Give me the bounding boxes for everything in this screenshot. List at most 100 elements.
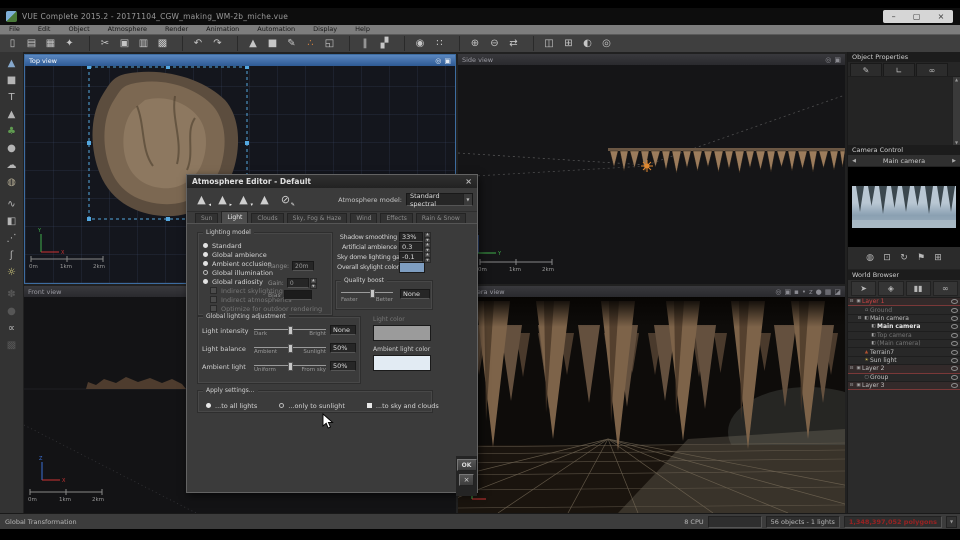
tree-row[interactable]: ☀ Sun light bbox=[848, 357, 960, 366]
grid-overlay-icon[interactable]: ▦ bbox=[825, 288, 832, 296]
object-properties-header[interactable]: Object Properties bbox=[848, 52, 960, 62]
zoom-out-icon[interactable]: ⊖ bbox=[486, 36, 503, 51]
current-camera-label[interactable]: Main camera bbox=[860, 157, 948, 165]
zoom-view-icon[interactable]: ◎ bbox=[775, 288, 781, 296]
adjustment-slider[interactable] bbox=[254, 326, 326, 335]
rock-icon[interactable]: ● bbox=[2, 140, 21, 157]
alpha-plane-icon[interactable]: ◧ bbox=[2, 213, 21, 230]
flag-camera-icon[interactable]: ⚑ bbox=[913, 251, 930, 266]
tree-row[interactable]: ▢ Group bbox=[848, 374, 960, 382]
expander-icon[interactable]: ⊟ bbox=[848, 299, 855, 304]
visibility-icon[interactable] bbox=[951, 341, 958, 347]
adjustment-slider[interactable] bbox=[254, 344, 326, 353]
snapshot-icon[interactable]: ▣ bbox=[784, 288, 791, 296]
tree-row[interactable]: ⊟ ▣ Layer 2 bbox=[848, 365, 960, 374]
visibility-icon[interactable] bbox=[951, 315, 958, 321]
visibility-icon[interactable] bbox=[951, 357, 958, 363]
checkbox-icon[interactable] bbox=[210, 305, 217, 312]
open-scene-icon[interactable]: ▤ bbox=[23, 36, 40, 51]
camera-view-canvas[interactable] bbox=[458, 297, 845, 513]
menu-item[interactable]: Edit bbox=[29, 25, 60, 34]
grid-camera-icon[interactable]: ⊞ bbox=[930, 251, 947, 266]
bezier-curve-icon[interactable]: ∿ bbox=[2, 196, 21, 213]
menu-item[interactable]: Object bbox=[59, 25, 98, 34]
collect-scene-icon[interactable]: ✦ bbox=[61, 36, 78, 51]
radio-icon[interactable] bbox=[203, 252, 208, 257]
add-object-icon[interactable]: ■ bbox=[264, 36, 281, 51]
spinner[interactable]: ▲ ▼ bbox=[424, 232, 431, 243]
tree-row[interactable]: ▲ Terrain7 bbox=[848, 348, 960, 357]
dialog-tab[interactable]: Clouds bbox=[251, 213, 284, 223]
metacloud-icon[interactable]: ☁ bbox=[2, 157, 21, 174]
add-terrain-icon[interactable]: ▲ bbox=[237, 36, 262, 51]
expander-icon[interactable]: ⊟ bbox=[848, 383, 855, 388]
menu-item[interactable]: Render bbox=[156, 25, 197, 34]
ok-button[interactable]: OK bbox=[456, 459, 477, 471]
dialog-tab[interactable]: Rain & Snow bbox=[415, 213, 466, 223]
cube-primitive-icon[interactable]: ■ bbox=[2, 72, 21, 89]
maximize-view-icon[interactable]: ▣ bbox=[444, 57, 451, 65]
field-value[interactable]: -0.1 bbox=[399, 252, 423, 262]
ambient-light-color-swatch[interactable] bbox=[373, 355, 431, 371]
visibility-icon[interactable] bbox=[951, 307, 958, 313]
dialog-tab[interactable]: Wind bbox=[350, 213, 378, 223]
scrollbar[interactable]: ▲ ▼ bbox=[952, 77, 960, 145]
zoom-in-icon[interactable]: ⊕ bbox=[459, 36, 484, 51]
copy-icon[interactable]: ▣ bbox=[116, 36, 133, 51]
dialog-tab[interactable]: Light bbox=[221, 211, 249, 223]
render-display-icon[interactable]: ◐ bbox=[579, 36, 596, 51]
close-button[interactable]: × bbox=[938, 10, 945, 23]
undo-icon[interactable]: ↶ bbox=[182, 36, 207, 51]
text-object-icon[interactable]: T bbox=[2, 89, 21, 106]
sphere-preview-icon[interactable]: ● bbox=[816, 288, 822, 296]
aspect-tab-icon[interactable]: ✎ bbox=[850, 63, 882, 76]
previous-camera-button[interactable]: ◀ bbox=[848, 158, 860, 164]
cut-icon[interactable]: ✂ bbox=[89, 36, 114, 51]
adjustment-slider[interactable] bbox=[254, 362, 326, 371]
field-value[interactable]: 33% bbox=[399, 232, 423, 242]
camera-viewport[interactable]: Camera view ◎ ▣ ▪ • z ● ▦ ◪ bbox=[458, 286, 845, 513]
dropdown-arrow-icon[interactable]: ▼ bbox=[462, 194, 472, 205]
option-mark-icon[interactable] bbox=[279, 403, 285, 408]
swap-views-icon[interactable]: ⇄ bbox=[505, 36, 522, 51]
spline-icon[interactable]: ⋰ bbox=[2, 230, 21, 247]
side-viewport[interactable]: Side view ◎ ▣ Y 0m 1km 2km bbox=[458, 54, 845, 284]
atmosphere-globe-icon[interactable]: ◉ bbox=[404, 36, 429, 51]
visibility-icon[interactable] bbox=[951, 366, 958, 372]
save-atmosphere-icon[interactable]: ▲ bbox=[255, 191, 274, 208]
menu-item[interactable]: Animation bbox=[197, 25, 248, 34]
menu-item[interactable]: Automation bbox=[248, 25, 304, 34]
rotate-camera-icon[interactable]: ↻ bbox=[896, 251, 913, 266]
maximize-view-icon[interactable]: ▣ bbox=[834, 56, 841, 64]
top-view-header[interactable]: Top view ◎ ▣ bbox=[25, 55, 455, 66]
apply-option[interactable]: ...to sky and clouds bbox=[366, 402, 439, 410]
ao-range-value[interactable]: 20m bbox=[292, 261, 315, 271]
menu-item[interactable]: Atmosphere bbox=[99, 25, 156, 34]
dialog-title-bar[interactable]: Atmosphere Editor - Default × bbox=[187, 175, 477, 188]
visibility-icon[interactable] bbox=[951, 332, 958, 338]
side-view-canvas[interactable]: Z Y 0m 1km 2km bbox=[458, 65, 845, 284]
links-tab-icon[interactable]: ∞ bbox=[916, 63, 948, 76]
light-icon[interactable]: ☼ bbox=[2, 264, 21, 281]
expander-icon[interactable]: ⊟ bbox=[856, 316, 863, 321]
vegetation-icon[interactable]: ♣ bbox=[2, 123, 21, 140]
adjustment-value[interactable]: None bbox=[330, 325, 356, 335]
tree-row[interactable]: ▫ Ground bbox=[848, 306, 960, 315]
spinner[interactable]: ▲ ▼ bbox=[424, 242, 431, 253]
planet-icon[interactable]: ◍ bbox=[2, 174, 21, 191]
apply-option[interactable]: ...to all lights bbox=[206, 402, 257, 410]
load-atmosphere-icon[interactable]: ▲ ▾ bbox=[234, 191, 253, 208]
dialog-tab[interactable]: Effects bbox=[380, 213, 413, 223]
radio-icon[interactable] bbox=[203, 279, 208, 284]
apply-option[interactable]: ...only to sunlight bbox=[279, 402, 345, 410]
visibility-icon[interactable] bbox=[951, 383, 958, 389]
checkbox-icon[interactable] bbox=[210, 296, 217, 303]
expander-icon[interactable]: ⊟ bbox=[848, 366, 855, 371]
radio-icon[interactable] bbox=[203, 261, 208, 266]
skylight-color-swatch[interactable] bbox=[399, 261, 425, 273]
visibility-icon[interactable] bbox=[951, 299, 958, 305]
adjustment-value[interactable]: 50% bbox=[330, 361, 356, 371]
dialog-tab[interactable]: Sun bbox=[195, 213, 219, 223]
lighting-model-option[interactable]: Global ambience bbox=[198, 250, 332, 259]
single-view-icon[interactable]: ◫ bbox=[533, 36, 558, 51]
